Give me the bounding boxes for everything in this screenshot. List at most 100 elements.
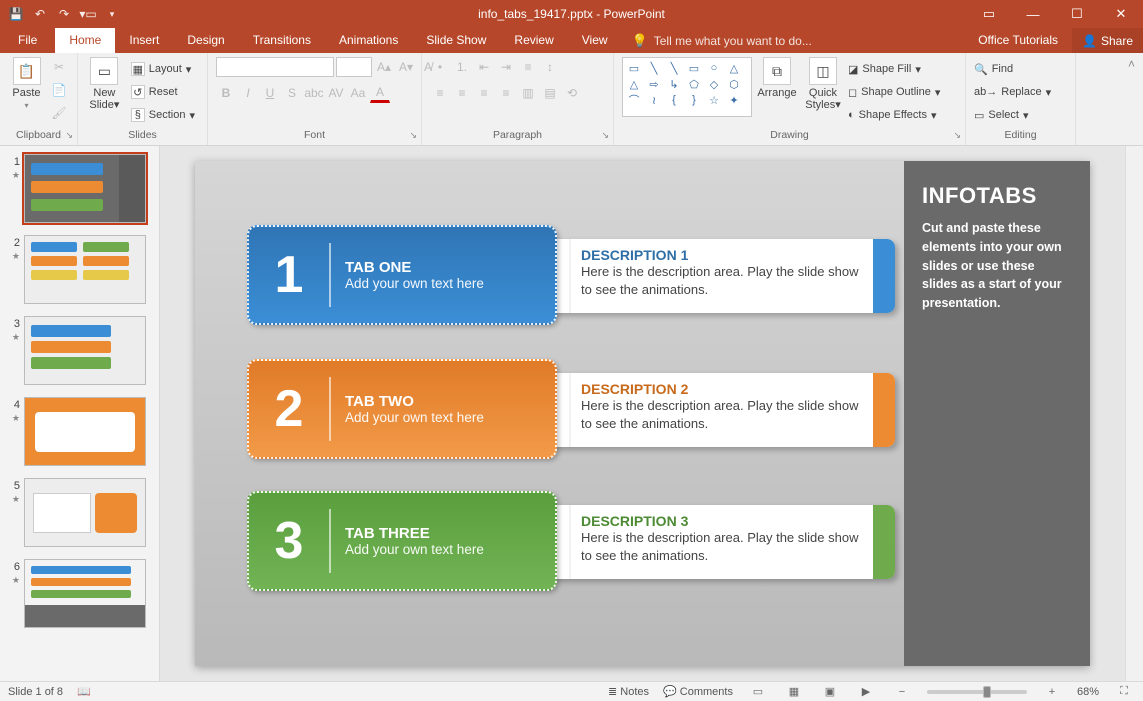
align-center-button[interactable]: ≡ [452, 83, 472, 103]
ribbon-options-icon[interactable]: ▭ [967, 0, 1011, 28]
font-size-combo[interactable] [336, 57, 372, 77]
slide-thumbnails-panel[interactable]: 1★ 2★ 3★ [0, 146, 160, 681]
tab-transitions[interactable]: Transitions [239, 28, 325, 53]
strikethrough-button[interactable]: S [282, 83, 302, 103]
close-icon[interactable]: ✕ [1099, 0, 1143, 28]
cut-icon[interactable]: ✂ [49, 57, 69, 77]
align-text-button[interactable]: ▤ [540, 83, 560, 103]
slide-indicator[interactable]: Slide 1 of 8 [8, 686, 63, 698]
grow-font-icon[interactable]: A▴ [374, 57, 394, 77]
tell-me-search[interactable]: 💡 Tell me what you want to do... [632, 28, 812, 53]
justify-button[interactable]: ≡ [496, 83, 516, 103]
text-direction-button[interactable]: ↕ [540, 57, 560, 77]
font-color-button[interactable]: A [370, 83, 390, 103]
spellcheck-icon[interactable]: 📖 [77, 685, 91, 698]
tab-file[interactable]: File [0, 28, 55, 53]
reading-view-icon[interactable]: ▣ [819, 684, 841, 700]
infotab-row-2[interactable]: 2 TAB TWO Add your own text here DESCRIP… [247, 359, 887, 463]
tab-view[interactable]: View [568, 28, 622, 53]
tab-slideshow[interactable]: Slide Show [412, 28, 500, 53]
save-icon[interactable]: 💾 [6, 4, 26, 24]
slide-canvas-area[interactable]: INFOTABS Cut and paste these elements in… [160, 146, 1125, 681]
copy-icon[interactable]: 📄 [49, 80, 69, 100]
start-from-beginning-icon[interactable]: ▾▭ [78, 4, 98, 24]
undo-icon[interactable]: ↶ [30, 4, 50, 24]
increase-indent-button[interactable]: ⇥ [496, 57, 516, 77]
redo-icon[interactable]: ↷ [54, 4, 74, 24]
slide[interactable]: INFOTABS Cut and paste these elements in… [195, 161, 1090, 666]
columns-button[interactable]: ▥ [518, 83, 538, 103]
infotab-row-3[interactable]: 3 TAB THREE Add your own text here DESCR… [247, 491, 887, 595]
thumbnail-1[interactable]: 1★ [6, 154, 153, 223]
new-slide-button[interactable]: ▭ NewSlide▾ [86, 57, 123, 111]
infotab-row-1[interactable]: 1 TAB ONE Add your own text here DESCRIP… [247, 225, 887, 329]
layout-button[interactable]: ▦Layout ▾ [127, 59, 199, 79]
arrange-button[interactable]: ⧉ Arrange [756, 57, 798, 99]
shrink-font-icon[interactable]: A▾ [396, 57, 416, 77]
bullets-button[interactable]: • [430, 57, 450, 77]
comments-button[interactable]: 💬 Comments [663, 685, 733, 698]
tab-right-2[interactable]: DESCRIPTION 2 Here is the description ar… [545, 373, 895, 447]
thumbnail-4[interactable]: 4★ [6, 397, 153, 466]
thumbnail-6[interactable]: 6★ [6, 559, 153, 628]
shape-outline-button[interactable]: ◻ Shape Outline ▾ [848, 82, 940, 102]
shape-fill-button[interactable]: ◪ Shape Fill ▾ [848, 59, 940, 79]
tab-left-2[interactable]: 2 TAB TWO Add your own text here [247, 359, 557, 459]
dialog-launcher-icon[interactable]: ↘ [65, 130, 73, 141]
zoom-level[interactable]: 68% [1077, 686, 1099, 698]
tab-animations[interactable]: Animations [325, 28, 412, 53]
dialog-launcher-icon[interactable]: ↘ [409, 130, 417, 141]
font-family-combo[interactable] [216, 57, 334, 77]
bold-button[interactable]: B [216, 83, 236, 103]
vertical-scrollbar[interactable] [1125, 146, 1143, 681]
normal-view-icon[interactable]: ▭ [747, 684, 769, 700]
change-case-button[interactable]: Aa [348, 83, 368, 103]
shadow-button[interactable]: abc [304, 83, 324, 103]
dialog-launcher-icon[interactable]: ↘ [601, 130, 609, 141]
align-left-button[interactable]: ≡ [430, 83, 450, 103]
decrease-indent-button[interactable]: ⇤ [474, 57, 494, 77]
slide-side-panel[interactable]: INFOTABS Cut and paste these elements in… [904, 161, 1090, 666]
find-button[interactable]: 🔍 Find [974, 59, 1051, 79]
tab-design[interactable]: Design [173, 28, 238, 53]
line-spacing-button[interactable]: ≡ [518, 57, 538, 77]
shape-effects-button[interactable]: ◐ Shape Effects ▾ [848, 105, 940, 125]
tab-review[interactable]: Review [500, 28, 567, 53]
italic-button[interactable]: I [238, 83, 258, 103]
zoom-out-button[interactable]: − [891, 684, 913, 700]
smartart-button[interactable]: ⟲ [562, 83, 582, 103]
replace-button[interactable]: ab→ Replace ▾ [974, 82, 1051, 102]
quick-styles-button[interactable]: ◫ QuickStyles▾ [802, 57, 844, 111]
qat-more-icon[interactable]: ▾ [102, 4, 122, 24]
align-right-button[interactable]: ≡ [474, 83, 494, 103]
format-painter-icon[interactable]: 🖌 [49, 103, 69, 123]
tab-right-1[interactable]: DESCRIPTION 1 Here is the description ar… [545, 239, 895, 313]
tab-left-1[interactable]: 1 TAB ONE Add your own text here [247, 225, 557, 325]
thumbnail-5[interactable]: 5★ [6, 478, 153, 547]
fit-to-window-icon[interactable]: ⛶ [1113, 684, 1135, 700]
zoom-slider[interactable] [927, 690, 1027, 694]
thumbnail-2[interactable]: 2★ [6, 235, 153, 304]
section-button[interactable]: §Section ▾ [127, 105, 199, 125]
maximize-icon[interactable]: ☐ [1055, 0, 1099, 28]
dialog-launcher-icon[interactable]: ↘ [953, 130, 961, 141]
underline-button[interactable]: U [260, 83, 280, 103]
char-spacing-button[interactable]: AV [326, 83, 346, 103]
tab-insert[interactable]: Insert [115, 28, 173, 53]
share-button[interactable]: 👤 Share [1072, 28, 1143, 53]
reset-button[interactable]: ↺Reset [127, 82, 199, 102]
zoom-in-button[interactable]: + [1041, 684, 1063, 700]
collapse-ribbon-icon[interactable]: ˄ [1128, 57, 1135, 71]
tab-left-3[interactable]: 3 TAB THREE Add your own text here [247, 491, 557, 591]
office-tutorials-link[interactable]: Office Tutorials [964, 28, 1072, 53]
slideshow-view-icon[interactable]: ▶ [855, 684, 877, 700]
shapes-gallery[interactable]: ▭╲╲▭○△ △⇨↳⬠◇⬡ ⌒≀{}☆✦ [622, 57, 752, 117]
tab-right-3[interactable]: DESCRIPTION 3 Here is the description ar… [545, 505, 895, 579]
notes-button[interactable]: ≣ Notes [608, 685, 649, 698]
thumbnail-3[interactable]: 3★ [6, 316, 153, 385]
sorter-view-icon[interactable]: ▦ [783, 684, 805, 700]
tab-home[interactable]: Home [55, 28, 115, 53]
minimize-icon[interactable]: — [1011, 0, 1055, 28]
paste-button[interactable]: 📋 Paste ▾ [8, 57, 45, 110]
select-button[interactable]: ▭ Select ▾ [974, 105, 1051, 125]
